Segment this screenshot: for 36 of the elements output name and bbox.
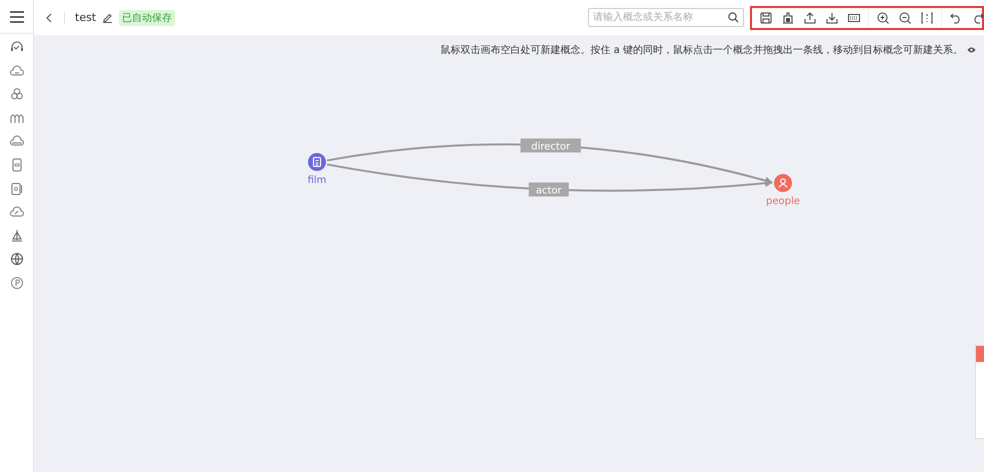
- keyboard-icon: [848, 12, 860, 24]
- edit-icon[interactable]: [102, 12, 114, 23]
- graph-title: test: [75, 11, 96, 24]
- back-icon: [46, 12, 52, 22]
- cloud-icon[interactable]: [10, 134, 24, 148]
- hint-text: 鼠标双击画布空白处可新建概念。按住 a 键的同时，鼠标点击一个概念并拖拽出一条线，移动到目标概念可新建关系。: [440, 44, 963, 57]
- node-label: people: [766, 196, 800, 207]
- document-icon[interactable]: [10, 158, 24, 172]
- headset-icon[interactable]: [10, 40, 24, 54]
- search-icon: [728, 12, 739, 23]
- zoom-in-icon: [877, 12, 889, 24]
- eye-icon[interactable]: [967, 47, 976, 53]
- menu-icon: [10, 10, 24, 22]
- globe-icon[interactable]: [10, 252, 24, 266]
- circles-icon[interactable]: [10, 87, 24, 102]
- fit-icon: [921, 12, 933, 24]
- back-button[interactable]: [44, 10, 54, 24]
- download-icon: [826, 12, 838, 24]
- edge-label[interactable]: director: [520, 138, 581, 152]
- upload-icon: [804, 12, 816, 24]
- zoom-out-icon: [899, 12, 911, 24]
- document-icon[interactable]: [10, 182, 24, 196]
- floppy-icon: [760, 12, 772, 24]
- cloud-icon[interactable]: [10, 205, 24, 220]
- concept-node[interactable]: [308, 153, 326, 171]
- sailboat-icon[interactable]: [10, 228, 24, 243]
- cloud-icon[interactable]: [10, 64, 24, 78]
- search-field[interactable]: 请输入概念或关系名称: [588, 8, 744, 27]
- undo-icon: [950, 12, 962, 24]
- building-icon: [782, 12, 794, 24]
- redo-icon: [972, 12, 984, 24]
- save-status-badge: 已自动保存: [119, 10, 176, 26]
- edge-label[interactable]: actor: [528, 182, 569, 196]
- node-label: film: [308, 175, 326, 186]
- circle-icon[interactable]: [10, 276, 24, 290]
- concept-node[interactable]: [774, 174, 792, 192]
